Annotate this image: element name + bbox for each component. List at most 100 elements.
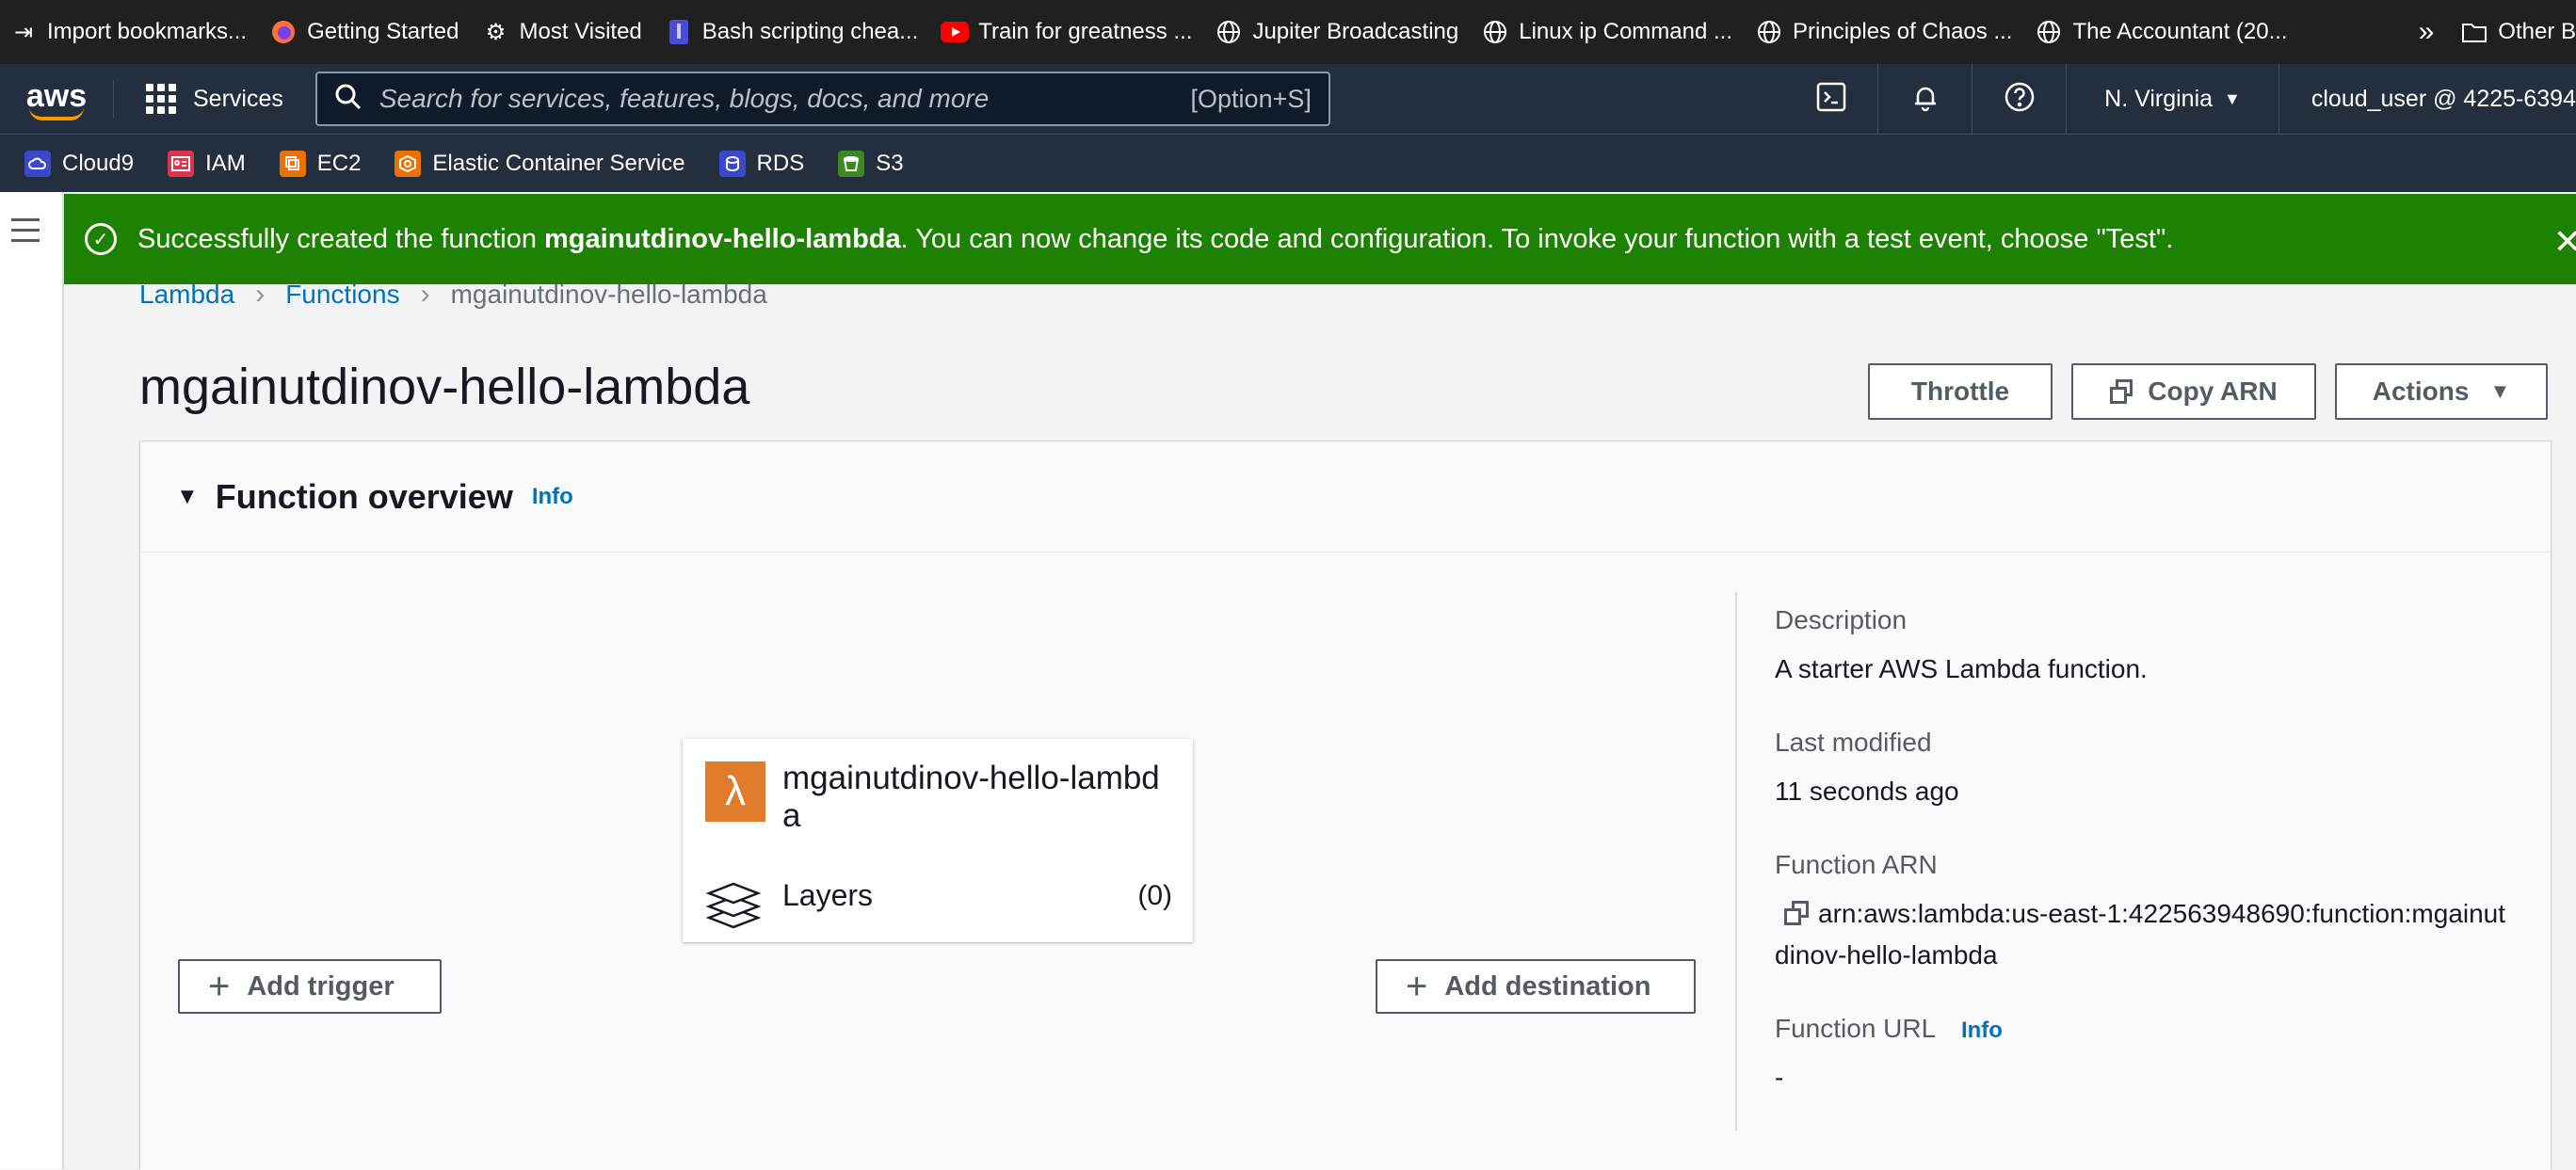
caret-down-icon: ▼ bbox=[2489, 379, 2511, 403]
bookmark-label: Bash scripting chea... bbox=[701, 19, 919, 44]
account-menu[interactable]: cloud_user @ 4225-6394 bbox=[2279, 86, 2576, 113]
function-url-label-row: Function URL Info bbox=[1775, 1014, 2509, 1044]
bookmark-import[interactable]: ⇥ Import bookmarks... bbox=[9, 18, 247, 46]
bookmark-linux-ip[interactable]: Linux ip Command ... bbox=[1481, 18, 1732, 46]
flash-suffix: . You can now change its code and config… bbox=[900, 223, 2174, 254]
breadcrumb-current: mgainutdinov-hello-lambda bbox=[450, 280, 767, 309]
side-nav-rail bbox=[0, 192, 64, 1169]
cloudshell-button[interactable] bbox=[1784, 64, 1879, 134]
description-value: A starter AWS Lambda function. bbox=[1775, 654, 2148, 683]
function-overview-heading: Function overview bbox=[215, 476, 513, 516]
folder-icon bbox=[2460, 18, 2488, 46]
bookmark-train[interactable]: Train for greatness ... bbox=[941, 18, 1192, 46]
iam-icon bbox=[168, 150, 195, 177]
bookmark-getting-started[interactable]: Getting Started bbox=[269, 18, 459, 46]
ec2-icon bbox=[279, 150, 306, 177]
globe-icon bbox=[1215, 18, 1243, 46]
copy-icon bbox=[2110, 379, 2133, 404]
bookmark-label: Linux ip Command ... bbox=[1519, 19, 1733, 44]
lambda-icon: λ bbox=[705, 761, 765, 822]
favorite-ecs[interactable]: Elastic Container Service bbox=[394, 150, 685, 177]
function-overview-header[interactable]: ▼ Function overview Info bbox=[140, 441, 2551, 553]
add-destination-button[interactable]: + Add destination bbox=[1376, 959, 1696, 1014]
throttle-button[interactable]: Throttle bbox=[1868, 363, 2053, 420]
caret-down-icon: ▼ bbox=[2224, 88, 2241, 108]
search-box[interactable]: [Option+S] bbox=[314, 72, 1330, 126]
region-label: N. Virginia bbox=[2104, 85, 2214, 112]
last-modified-label: Last modified bbox=[1775, 728, 1932, 757]
region-selector[interactable]: N. Virginia ▼ bbox=[2067, 64, 2279, 134]
function-arn-label: Function ARN bbox=[1775, 850, 1938, 879]
bookmark-label: Getting Started bbox=[307, 19, 459, 44]
bookmark-chaos[interactable]: Principles of Chaos ... bbox=[1755, 18, 2012, 46]
favorite-rds[interactable]: RDS bbox=[718, 150, 805, 177]
terminal-icon bbox=[1815, 81, 1847, 118]
plus-icon: + bbox=[208, 966, 231, 1007]
nav-divider bbox=[113, 80, 114, 118]
layers-icon bbox=[705, 878, 762, 931]
chevron-right-double-icon[interactable]: » bbox=[2419, 16, 2435, 48]
search-icon bbox=[334, 83, 362, 116]
aws-top-nav: aws Services [Option+S] bbox=[0, 64, 2576, 134]
copy-arn-label: Copy ARN bbox=[2148, 377, 2278, 406]
aws-logo[interactable]: aws bbox=[0, 64, 113, 134]
bookmark-jupiter[interactable]: Jupiter Broadcasting bbox=[1215, 18, 1458, 46]
bookmark-bash[interactable]: Bash scripting chea... bbox=[665, 18, 918, 46]
youtube-icon bbox=[941, 18, 970, 46]
search-shortcut: [Option+S] bbox=[1190, 84, 1312, 113]
breadcrumb-lambda[interactable]: Lambda bbox=[139, 280, 234, 310]
globe-icon bbox=[1481, 18, 1509, 46]
layers-label[interactable]: Layers bbox=[782, 878, 873, 913]
actions-button[interactable]: Actions ▼ bbox=[2335, 363, 2548, 420]
services-label: Services bbox=[193, 85, 283, 112]
function-url-label: Function URL bbox=[1775, 1014, 1936, 1043]
favorite-label: Cloud9 bbox=[62, 150, 135, 176]
cloud9-icon bbox=[24, 150, 51, 177]
check-circle-icon: ✓ bbox=[85, 223, 117, 255]
bookmark-accountant[interactable]: The Accountant (20... bbox=[2035, 18, 2288, 46]
chevron-right-icon: › bbox=[255, 279, 266, 310]
caret-down-icon[interactable]: ▼ bbox=[176, 484, 199, 510]
throttle-label: Throttle bbox=[1910, 377, 2010, 406]
s3-icon bbox=[838, 150, 865, 177]
function-arn-row: arn:aws:lambda:us-east-1:422563948690:fu… bbox=[1775, 893, 2509, 976]
globe-icon bbox=[2035, 18, 2063, 46]
favorites-bar: Cloud9 IAM EC2 Elastic Container Service… bbox=[0, 134, 2576, 192]
favorite-label: Elastic Container Service bbox=[432, 150, 685, 176]
help-button[interactable] bbox=[1972, 64, 2068, 134]
globe-icon bbox=[1755, 18, 1783, 46]
search-input[interactable] bbox=[378, 84, 1191, 114]
rds-icon bbox=[718, 150, 746, 177]
favorite-label: IAM bbox=[205, 150, 246, 176]
favorite-ec2[interactable]: EC2 bbox=[279, 150, 361, 177]
notifications-button[interactable] bbox=[1878, 64, 1973, 134]
bookmark-other[interactable]: Other B bbox=[2460, 18, 2576, 46]
favorite-s3[interactable]: S3 bbox=[838, 150, 904, 177]
flash-prefix: Successfully created the function bbox=[137, 223, 545, 254]
copy-icon[interactable] bbox=[1784, 901, 1809, 925]
aws-smile-icon bbox=[29, 107, 84, 120]
bookmark-most-visited[interactable]: ⚙ Most Visited bbox=[482, 18, 642, 46]
actions-label: Actions bbox=[2372, 377, 2470, 406]
hamburger-menu-icon[interactable] bbox=[11, 218, 40, 249]
add-destination-label: Add destination bbox=[1444, 970, 1651, 1002]
copy-arn-button[interactable]: Copy ARN bbox=[2071, 363, 2316, 420]
favorite-label: RDS bbox=[756, 150, 805, 176]
function-details: Description A starter AWS Lambda functio… bbox=[1775, 605, 2509, 1136]
favorite-iam[interactable]: IAM bbox=[168, 150, 246, 177]
breadcrumb-functions[interactable]: Functions bbox=[285, 280, 399, 310]
function-name: mgainutdinov-hello-lambda bbox=[782, 760, 1160, 834]
favorite-cloud9[interactable]: Cloud9 bbox=[24, 150, 135, 177]
add-trigger-button[interactable]: + Add trigger bbox=[178, 959, 442, 1014]
description-label: Description bbox=[1775, 605, 1908, 634]
help-icon bbox=[2004, 81, 2036, 118]
breadcrumb: Lambda › Functions › mgainutdinov-hello-… bbox=[139, 279, 767, 311]
bookmarks-overflow: » Other B bbox=[2399, 0, 2576, 64]
close-icon[interactable]: ✕ bbox=[2553, 222, 2576, 262]
info-link[interactable]: Info bbox=[1961, 1018, 2003, 1043]
function-overview-body: λ mgainutdinov-hello-lambda Layers (0) +… bbox=[140, 553, 2551, 1170]
bookmark-label: Most Visited bbox=[519, 19, 642, 44]
info-link[interactable]: Info bbox=[532, 484, 573, 510]
services-menu[interactable]: Services bbox=[146, 84, 283, 114]
import-icon: ⇥ bbox=[13, 19, 34, 45]
